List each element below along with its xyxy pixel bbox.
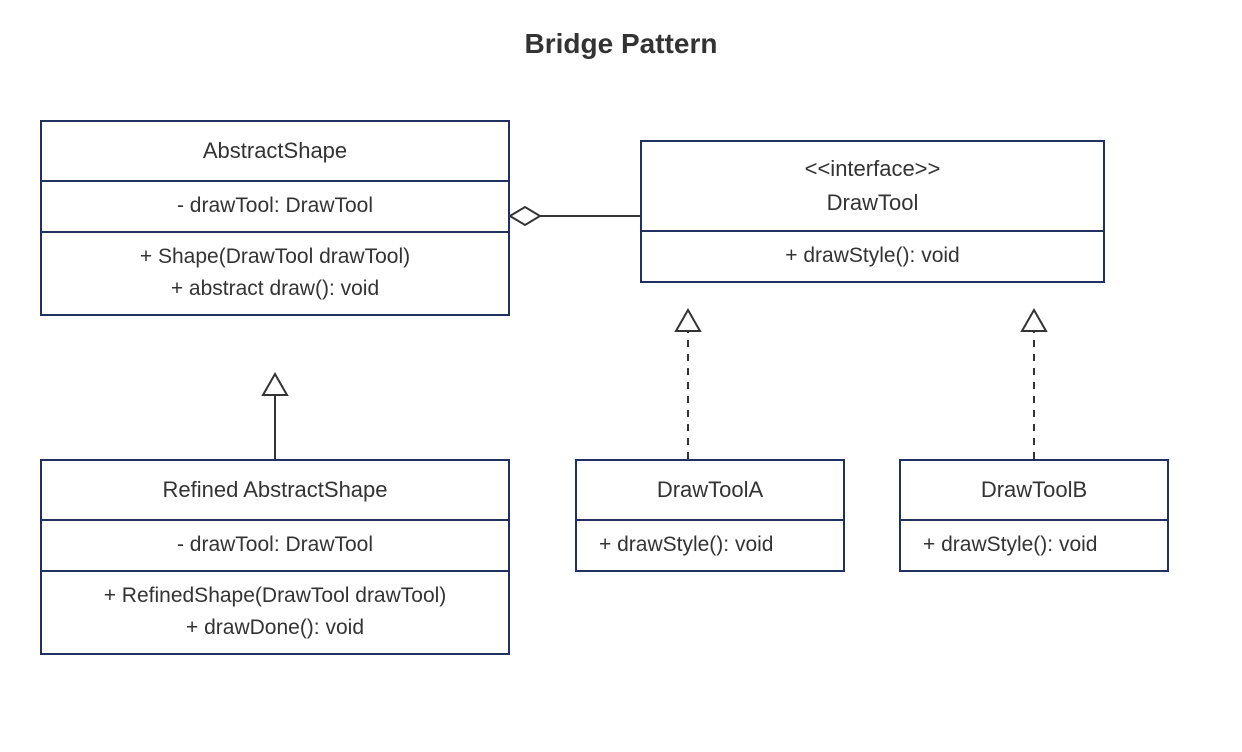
generalization-connector [263,374,287,459]
stereotype: <<interface>> [656,152,1089,186]
diagram-title: Bridge Pattern [0,28,1242,60]
diagram-canvas: Bridge Pattern AbstractShape - drawTool:… [0,0,1242,752]
aggregation-connector [510,207,640,225]
class-operations: + drawStyle(): void [901,519,1167,570]
class-operations: + Shape(DrawTool drawTool) + abstract dr… [42,231,508,314]
operation: + RefinedShape(DrawTool drawTool) [56,580,494,613]
class-name: DrawToolB [901,461,1167,519]
realization-connector-a [676,310,700,459]
class-draw-tool-a: DrawToolA + drawStyle(): void [575,459,845,572]
class-draw-tool-b: DrawToolB + drawStyle(): void [899,459,1169,572]
class-name: DrawTool [656,186,1089,220]
class-name: Refined AbstractShape [42,461,508,519]
class-refined-shape: Refined AbstractShape - drawTool: DrawTo… [40,459,510,655]
operation: + drawDone(): void [56,612,494,645]
operation: + Shape(DrawTool drawTool) [56,241,494,274]
operation: + abstract draw(): void [56,273,494,306]
realization-connector-b [1022,310,1046,459]
class-draw-tool: <<interface>> DrawTool + drawStyle(): vo… [640,140,1105,283]
class-operations: + drawStyle(): void [577,519,843,570]
class-attributes: - drawTool: DrawTool [42,519,508,570]
class-abstract-shape: AbstractShape - drawTool: DrawTool + Sha… [40,120,510,316]
class-header: <<interface>> DrawTool [642,142,1103,230]
class-name: DrawToolA [577,461,843,519]
class-attributes: - drawTool: DrawTool [42,180,508,231]
class-operations: + drawStyle(): void [642,230,1103,281]
class-operations: + RefinedShape(DrawTool drawTool) + draw… [42,570,508,653]
class-name: AbstractShape [42,122,508,180]
